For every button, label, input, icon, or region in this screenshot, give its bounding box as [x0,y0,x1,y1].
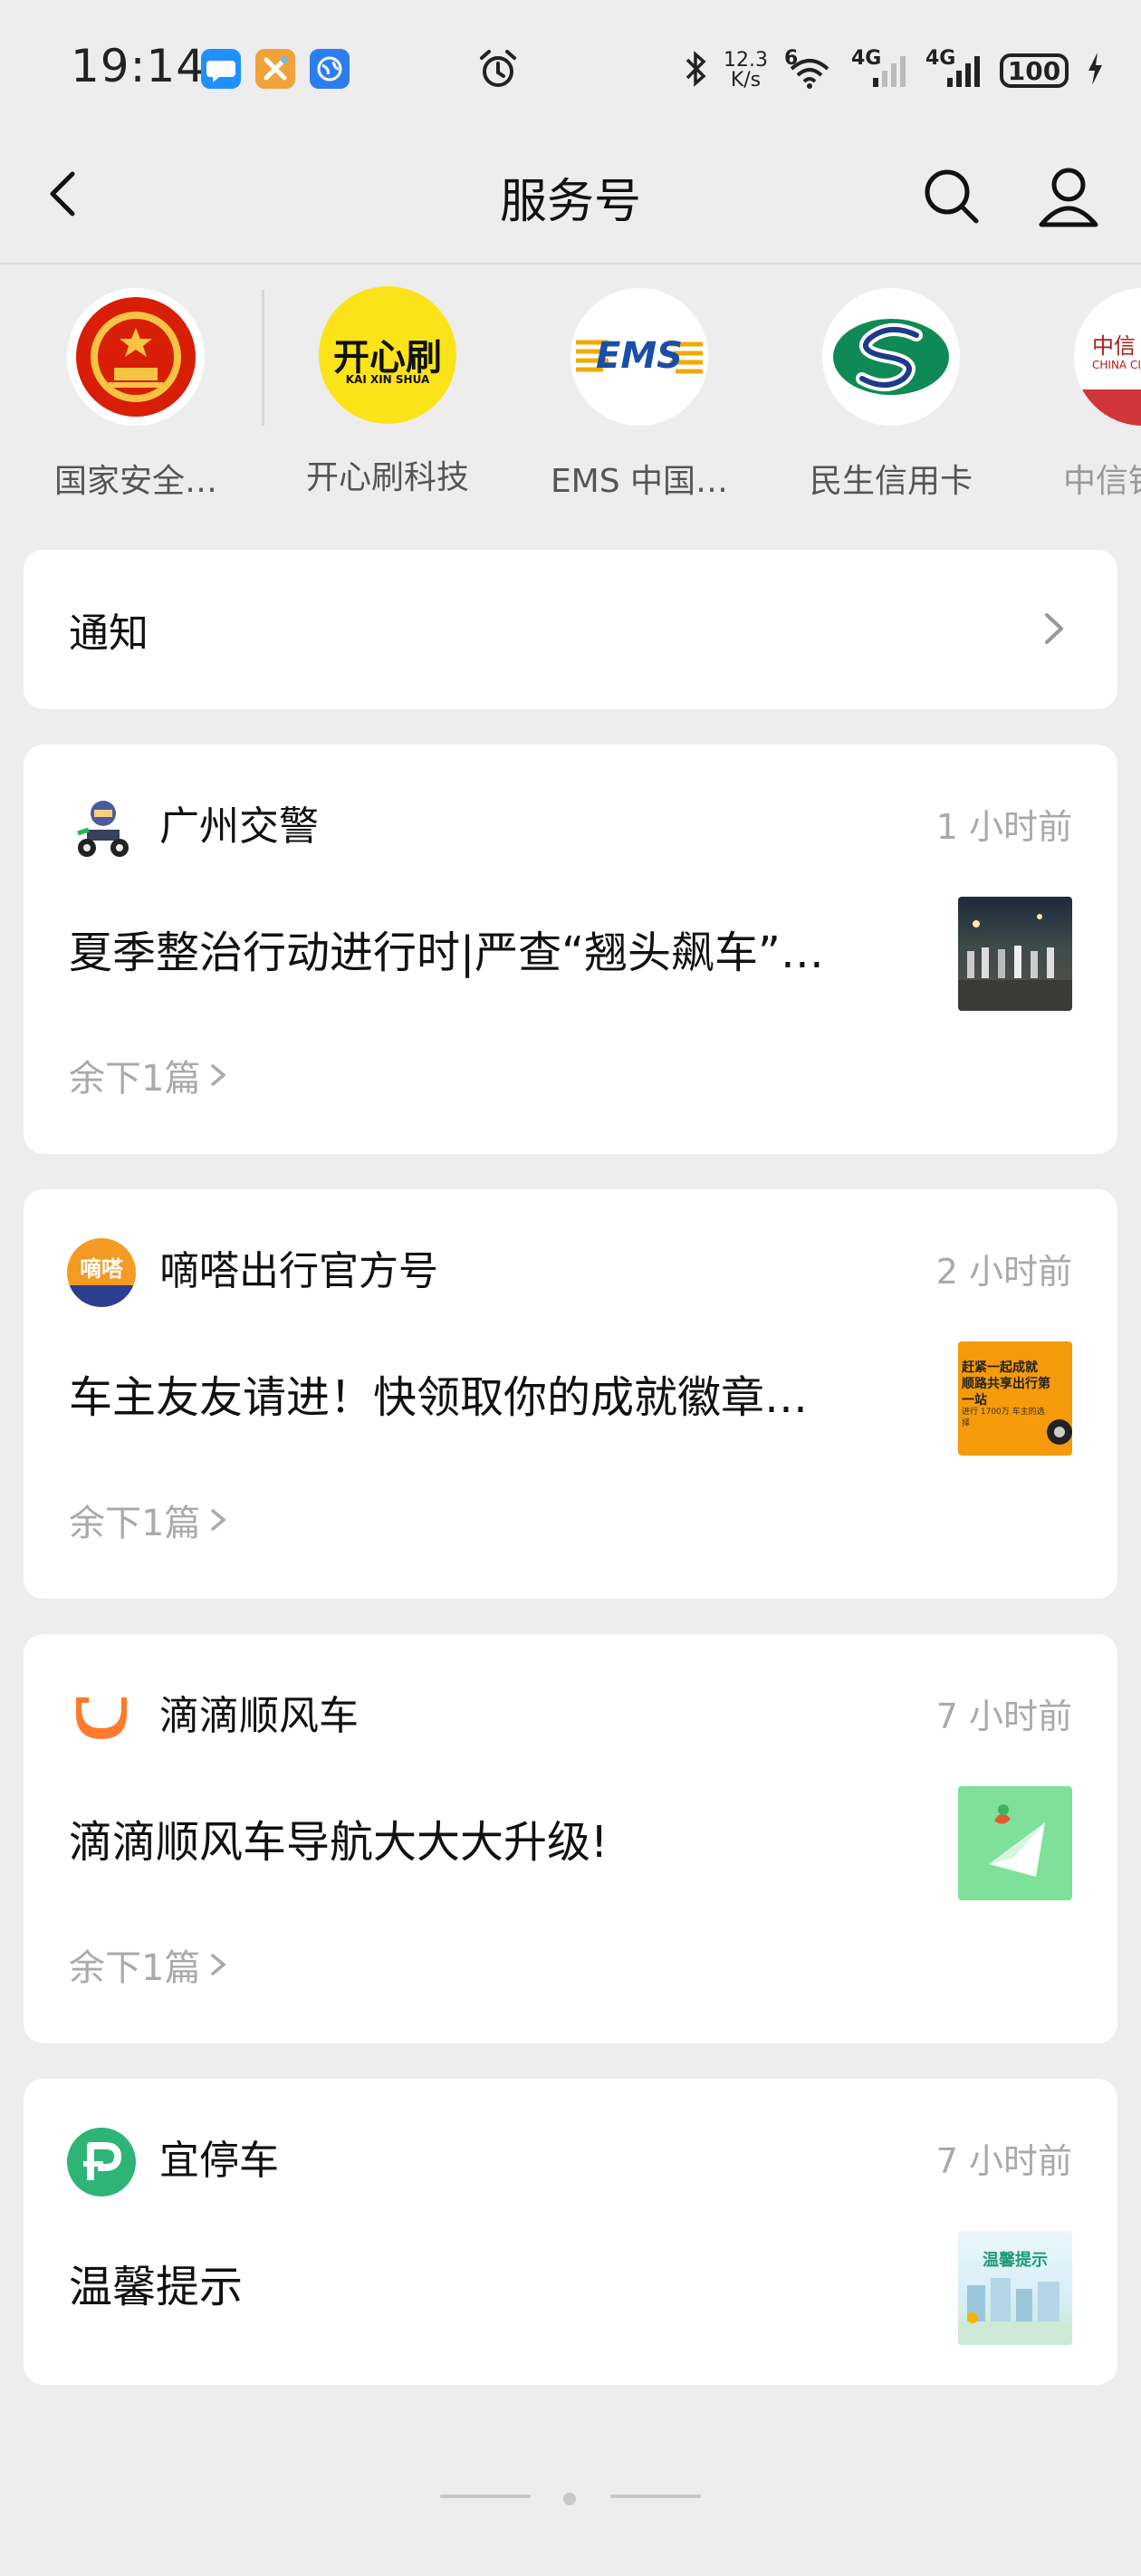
tools-app-icon [255,49,295,89]
top-navigation-bar: 服务号 [0,136,1141,264]
chevron-right-icon [1045,613,1063,644]
citic-logo: 中信 CHINA CI 信用 [1072,286,1141,428]
account-name: 宜停车 [159,2138,279,2184]
bluetooth-icon [684,49,707,92]
account-name: EMS 中国… [550,463,729,500]
dida-logo: 嘀嗒 [67,1238,136,1307]
message-thumbnail[interactable] [958,897,1072,1011]
citic-logo-text: 中信 [1092,333,1136,359]
message-time: 7 小时前 [935,2141,1072,2181]
dida-logo-text: 嘀嗒 [80,1256,123,1282]
account-name: 民生信用卡 [809,463,973,500]
dida-logo-band [67,1285,136,1307]
ems-logo: EMS [569,286,710,428]
didi-logo [67,1683,136,1752]
network-speed-value: 12.3 [724,49,768,72]
yitingche-logo [67,2128,136,2196]
feed-card-didi-hitch[interactable]: 滴滴顺风车 7 小时前 滴滴顺风车导航大大大升级! 余下1篇 [24,1634,1117,2043]
message-title[interactable]: 夏季整治行动进行时|严查“翘头飙车”… [69,917,929,980]
remaining-articles-label: 余下1篇 [69,1503,201,1544]
message-title[interactable]: 滴滴顺风车导航大大大升级! [69,1806,929,1870]
account-item-citic[interactable]: 中信 CHINA CI 信用 中信银 [1034,286,1141,500]
account-item-minsheng[interactable]: 民生信用卡 [782,286,1000,500]
message-time: 7 小时前 [935,1697,1072,1736]
feed-card-yitingche[interactable]: 宜停车 7 小时前 温馨提示 温馨提示 [24,2079,1117,2385]
account-item-ems[interactable]: EMS EMS 中国… [531,286,748,500]
person-icon [1039,168,1098,227]
account-name: 嘀嗒出行官方号 [159,1248,438,1294]
ems-logo-text: EMS [596,335,683,377]
account-name: 中信银 [1063,463,1141,500]
page-indicator-right [610,2494,701,2498]
traffic-police-logo [67,793,136,862]
message-time: 2 小时前 [935,1252,1072,1292]
signal-2-icon: 4G [925,47,983,91]
wifi-icon: 6 [784,47,835,91]
feed-card-dida-travel[interactable]: 嘀嗒 嘀嗒出行官方号 2 小时前 车主友友请进！快领取你的成就徽章… 赶紧一起成… [24,1189,1117,1599]
chevron-right-icon [211,1509,227,1531]
profile-button[interactable] [1032,159,1105,232]
account-name: 广州交警 [159,803,319,850]
chat-app-icon [201,49,241,89]
account-item-national-security[interactable]: 国家安全… [27,286,244,500]
minsheng-logo [820,286,962,428]
chevron-right-icon [211,1064,227,1086]
message-thumbnail[interactable] [958,1786,1072,1900]
remaining-articles-label: 余下1篇 [69,1947,201,1989]
search-button[interactable] [916,161,985,230]
battery-indicator: 100 [1000,53,1069,88]
strip-divider [262,290,264,426]
signal-1-icon: 4G [851,47,909,91]
feed-card-guangzhou-traffic-police[interactable]: 广州交警 1 小时前 夏季整治行动进行时|严查“翘头飙车”… 余下1篇 [24,745,1117,1154]
message-title[interactable]: 温馨提示 [69,2251,929,2314]
page-indicator-left [440,2494,531,2498]
message-title[interactable]: 车主友友请进！快领取你的成就徽章… [69,1361,929,1425]
remaining-articles-link[interactable]: 余下1篇 [69,1049,229,1101]
page-indicator-dot [563,2493,576,2505]
charging-icon [1085,49,1105,92]
search-icon [925,169,979,224]
remaining-articles-link[interactable]: 余下1篇 [69,1938,229,1991]
message-time: 1 小时前 [935,807,1072,847]
browser-app-icon [310,49,350,89]
citic-logo-band: 信用 [1074,389,1141,426]
national-emblem-logo [65,286,206,428]
network-1-label: 4G [851,47,882,70]
account-item-kaixinshua[interactable]: 开心刷 KAI XIN SHUA 开心刷科技 [279,286,496,498]
remaining-articles-link[interactable]: 余下1篇 [69,1494,229,1546]
remaining-articles-label: 余下1篇 [69,1058,201,1100]
alarm-icon [475,45,522,92]
status-bar: 19:14 12.3 K/s 6 4G 4G 100 [0,0,1141,136]
citic-logo-subtext: CHINA CI [1092,359,1141,371]
network-speed-unit: K/s [730,69,762,91]
account-name: 滴滴顺风车 [159,1693,359,1739]
service-accounts-strip: 国家安全… 开心刷 KAI XIN SHUA 开心刷科技 EMS EMS 中国…… [0,264,1141,500]
wifi-label: 6 [784,47,799,70]
account-name: 开心刷科技 [305,459,469,496]
network-speed: 12.3 K/s [724,51,768,91]
status-right-group: 12.3 K/s 6 4G 4G 100 [684,43,1105,98]
message-thumbnail[interactable]: 赶紧一起成就 顺路共享出行第一站 进行 1700万 车主的选择 [958,1341,1072,1456]
kaixinshua-logo: 开心刷 KAI XIN SHUA [319,286,456,424]
status-time: 19:14 [71,40,206,92]
message-thumbnail[interactable]: 温馨提示 [958,2231,1072,2345]
notice-label: 通知 [69,610,149,657]
chevron-right-icon [211,1954,227,1975]
network-2-label: 4G [925,47,956,70]
kaixinshua-logo-subtext: KAI XIN SHUA [345,373,430,386]
notice-card[interactable]: 通知 [24,550,1117,709]
account-name: 国家安全… [53,463,217,500]
